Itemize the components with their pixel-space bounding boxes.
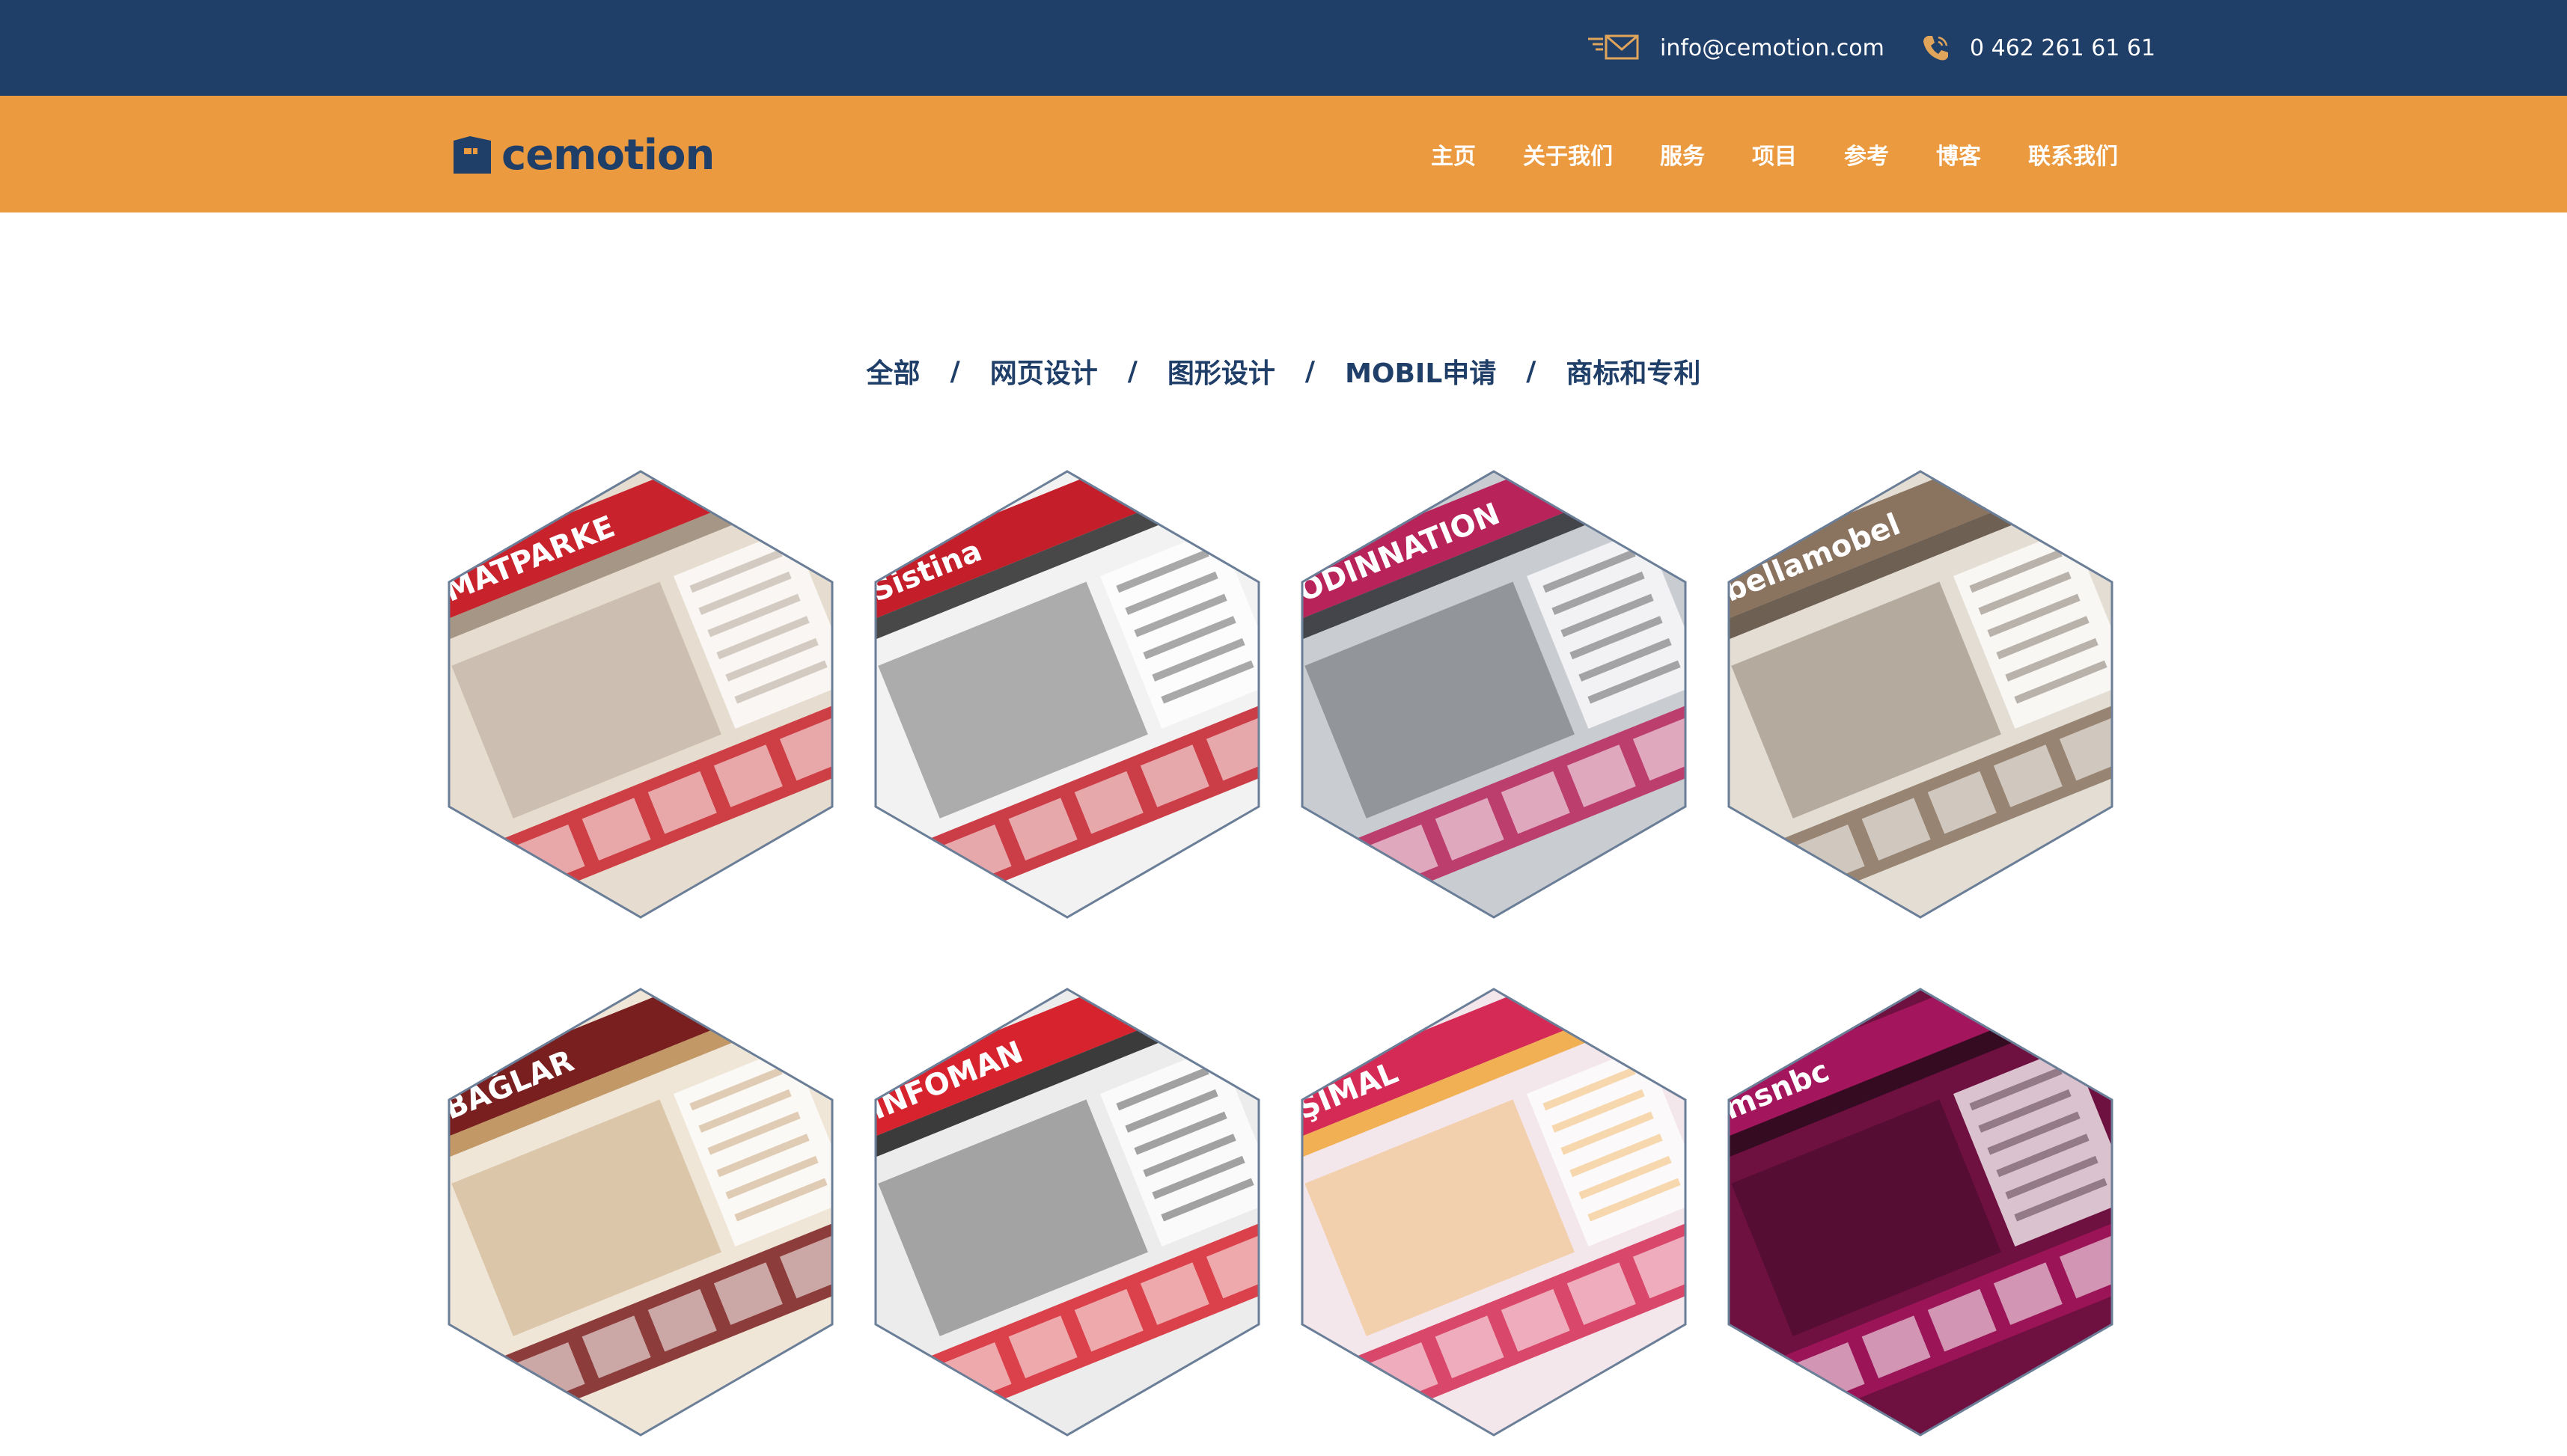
project-thumbnail: MATPARKE [448, 470, 834, 919]
nav-about[interactable]: 关于我们 [1523, 138, 1613, 171]
project-thumbnail: Sistina [874, 470, 1260, 919]
nav-services[interactable]: 服务 [1660, 138, 1705, 171]
main-navbar: cemotion 主页 关于我们 服务 项目 参考 博客 联系我们 [0, 96, 2567, 212]
portfolio-item-baglar[interactable]: BAĞLAR [446, 988, 835, 1437]
portfolio-item-simal[interactable]: ŞIMAL [1299, 988, 1688, 1437]
portfolio-item-bellamobel[interactable]: bellamobel [1726, 470, 2115, 919]
portfolio-item-odinnation[interactable]: ODINNATION [1299, 470, 1688, 919]
project-thumbnail: msnbc [1727, 988, 2113, 1437]
phone-contact[interactable]: 0 462 261 61 61 [1920, 0, 2155, 96]
envelope-icon [1587, 33, 1660, 63]
portfolio-item-infoman[interactable]: INFOMAN [873, 988, 1262, 1437]
nav-blog[interactable]: 博客 [1936, 138, 1981, 171]
filter-web-design[interactable]: 网页设计 [990, 352, 1098, 391]
project-thumbnail: INFOMAN [874, 988, 1260, 1437]
filter-mobile-apps[interactable]: MOBIL申请 [1345, 352, 1496, 391]
filter-trademarks[interactable]: 商标和专利 [1566, 352, 1700, 391]
nav-projects[interactable]: 项目 [1752, 138, 1797, 171]
filter-graphic-design[interactable]: 图形设计 [1167, 352, 1275, 391]
project-thumbnail: bellamobel [1727, 470, 2113, 919]
email-text[interactable]: info@cemotion.com [1660, 35, 1884, 61]
phone-icon [1920, 33, 1970, 63]
site-logo[interactable]: cemotion [454, 129, 715, 181]
phone-text[interactable]: 0 462 261 61 61 [1970, 35, 2155, 61]
portfolio-item-sistina[interactable]: Sistina [873, 470, 1262, 919]
nav-references[interactable]: 参考 [1844, 138, 1889, 171]
filter-separator: / [1526, 355, 1536, 387]
logo-text: cemotion [501, 130, 715, 180]
portfolio-item-raynet[interactable]: msnbc [1726, 988, 2115, 1437]
project-thumbnail: ODINNATION [1301, 470, 1687, 919]
project-thumbnail: ŞIMAL [1301, 988, 1687, 1437]
portfolio-item-matparke[interactable]: MATPARKE [446, 470, 835, 919]
filter-separator: / [1304, 355, 1316, 387]
email-contact[interactable]: info@cemotion.com [1587, 0, 1884, 96]
filter-all[interactable]: 全部 [867, 352, 921, 391]
nav-contact[interactable]: 联系我们 [2028, 138, 2118, 171]
main-menu: 主页 关于我们 服务 项目 参考 博客 联系我们 [1384, 96, 2118, 212]
nav-home[interactable]: 主页 [1431, 138, 1476, 171]
filter-separator: / [1127, 355, 1138, 387]
top-contact-bar: info@cemotion.com 0 462 261 61 61 [0, 0, 2567, 96]
project-thumbnail: BAĞLAR [448, 988, 834, 1437]
filter-separator: / [950, 355, 960, 387]
portfolio-filter-bar: 全部 / 网页设计 / 图形设计 / MOBIL申请 / 商标和专利 [0, 352, 2567, 391]
logo-mark-icon [454, 136, 491, 174]
